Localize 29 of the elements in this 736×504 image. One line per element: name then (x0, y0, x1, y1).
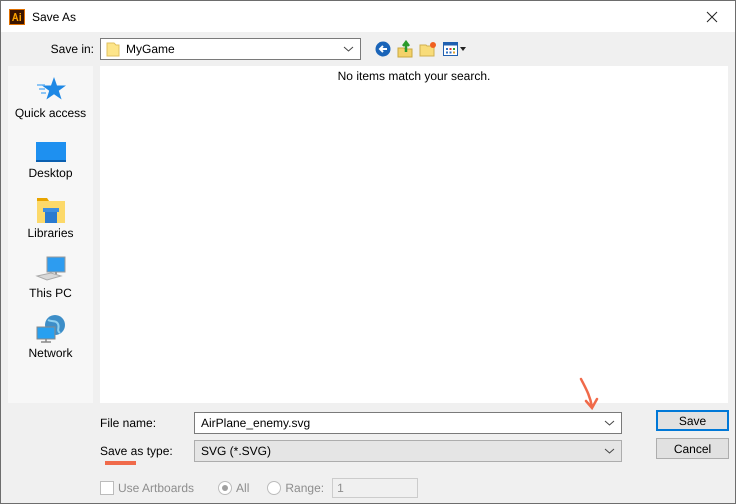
globe-computer-icon (34, 314, 66, 344)
place-item[interactable]: This PC (8, 254, 93, 307)
location-dropdown[interactable]: MyGame (100, 38, 361, 60)
window-title: Save As (32, 10, 76, 24)
up-folder-icon[interactable] (397, 40, 413, 58)
place-item[interactable]: Network (8, 314, 93, 367)
chevron-down-icon (604, 420, 615, 426)
chevron-down-icon (343, 46, 354, 52)
app-icon (9, 8, 25, 24)
new-folder-icon[interactable] (419, 41, 437, 57)
close-icon (706, 10, 718, 22)
file-name-dropdown[interactable]: AirPlane_enemy.svg (194, 412, 622, 434)
folder-icon (106, 41, 120, 57)
save-as-type-label: Save as type: (100, 444, 174, 458)
file-type-dropdown[interactable]: SVG (*.SVG) (194, 440, 622, 462)
save-in-label: Save in: (50, 42, 94, 56)
empty-message: No items match your search. (338, 69, 490, 83)
annotation-arrow (578, 377, 600, 411)
save-button[interactable]: Save (656, 410, 729, 431)
back-icon[interactable] (375, 41, 391, 57)
place-item[interactable]: Quick access (8, 74, 93, 127)
annotation-underline (105, 461, 136, 465)
chevron-down-icon (604, 448, 615, 454)
file-name-input[interactable]: AirPlane_enemy.svg (201, 416, 600, 430)
place-item[interactable]: Desktop (8, 134, 93, 187)
file-name-label: File name: (100, 416, 158, 430)
place-item[interactable]: Libraries (8, 194, 93, 247)
cancel-button[interactable]: Cancel (656, 438, 729, 459)
view-menu-icon[interactable] (443, 41, 467, 57)
